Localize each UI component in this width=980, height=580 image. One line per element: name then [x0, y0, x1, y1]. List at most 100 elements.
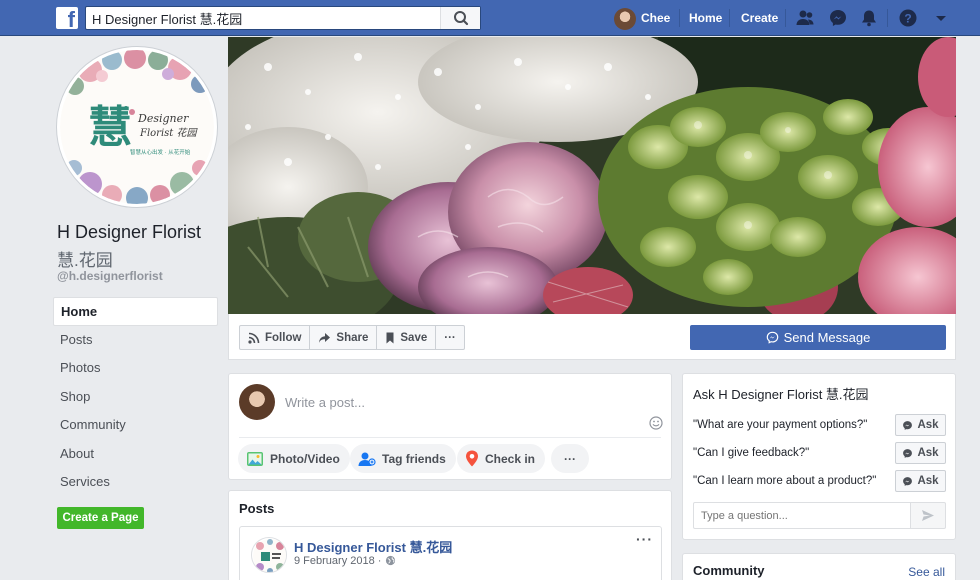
ask-page-card: Ask H Designer Florist 慧.花园 "What are yo…: [682, 373, 956, 540]
community-card: Community See all: [682, 553, 956, 580]
search-icon: [454, 11, 469, 26]
send-message-label: Send Message: [783, 330, 871, 345]
ask-heading: Ask H Designer Florist 慧.花园: [693, 387, 869, 402]
post-composer: Write a post... Photo/Video Tag friends …: [228, 373, 672, 480]
composer-divider: [239, 437, 661, 438]
sidebar-item-label: Shop: [60, 388, 91, 404]
nav-divider: [887, 9, 888, 27]
save-button[interactable]: Save: [377, 326, 437, 349]
post-options-button[interactable]: ···: [636, 531, 653, 547]
send-message-button[interactable]: Send Message: [690, 325, 946, 350]
search-box: [85, 6, 481, 30]
cover-flowers-image: [228, 37, 956, 314]
svg-text:?: ?: [904, 12, 911, 26]
tag-friends-icon: [358, 452, 376, 466]
logo-text-designer: Designer: [137, 112, 189, 125]
more-actions-button[interactable]: ···: [436, 326, 464, 349]
post-author-avatar[interactable]: [251, 537, 287, 573]
top-navigation-bar: f Chee Home Create ?: [0, 0, 980, 36]
page-username[interactable]: @h.designerflorist: [57, 269, 163, 283]
ask-button[interactable]: Ask: [895, 414, 946, 436]
sidebar-item-label: Community: [60, 417, 126, 432]
suggested-question: "Can I learn more about a product?": [693, 475, 877, 487]
write-post-input[interactable]: Write a post...: [285, 395, 365, 410]
logo-tagline: 智慧从心出发 · 从花开始: [130, 148, 191, 156]
share-label: Share: [336, 331, 369, 344]
photo-video-button[interactable]: Photo/Video: [238, 444, 350, 473]
sidebar-item-about[interactable]: About: [53, 440, 218, 469]
nav-divider: [729, 9, 730, 27]
ask-button[interactable]: Ask: [895, 442, 946, 464]
post-timestamp[interactable]: 9 February 2018 ·: [294, 555, 396, 567]
post-author-name[interactable]: H Designer Florist 慧.花园: [294, 537, 452, 556]
save-label: Save: [400, 331, 428, 344]
search-input[interactable]: [86, 7, 436, 29]
messenger-icon: [903, 476, 913, 486]
sidebar-item-photos[interactable]: Photos: [53, 354, 218, 383]
sidebar-item-label: Photos: [60, 360, 101, 375]
sidebar-item-label: About: [60, 445, 94, 461]
sidebar-item-label: Posts: [60, 331, 93, 347]
facebook-logo-icon[interactable]: f: [56, 7, 78, 31]
check-in-label: Check in: [485, 451, 536, 466]
community-heading: Community: [693, 563, 765, 578]
create-page-button[interactable]: Create a Page: [57, 507, 144, 529]
nav-divider: [785, 9, 786, 27]
see-all-link[interactable]: See all: [908, 565, 945, 579]
sidebar-item-services[interactable]: Services: [53, 468, 218, 497]
create-link[interactable]: Create: [741, 11, 778, 25]
ask-question-row: "Can I give feedback?" Ask: [693, 442, 946, 464]
page-name-chinese[interactable]: 慧.花园: [57, 246, 113, 271]
sidebar-item-label: Home: [61, 304, 98, 319]
messenger-icon: [903, 420, 913, 430]
messenger-icon[interactable]: [828, 8, 848, 28]
share-arrow-icon: [319, 332, 331, 343]
sidebar-item-posts[interactable]: Posts: [53, 326, 218, 355]
profile-link[interactable]: Chee: [641, 11, 670, 25]
sidebar-item-community[interactable]: Community: [53, 411, 218, 440]
ask-button-label: Ask: [917, 447, 939, 459]
rss-follow-icon: [248, 332, 260, 344]
send-question-button[interactable]: [911, 502, 946, 529]
check-in-button[interactable]: Check in: [457, 444, 546, 473]
follow-button[interactable]: Follow: [240, 326, 311, 349]
chevron-down-icon[interactable]: [931, 8, 951, 28]
nav-divider: [679, 9, 680, 27]
page-actions-group: Follow Share Save ···: [239, 325, 465, 350]
logo-text-florist: Florist 花园: [139, 127, 198, 139]
composer-more-icon: ···: [564, 451, 576, 466]
notifications-icon[interactable]: [859, 8, 879, 28]
type-question-input[interactable]: [693, 502, 911, 529]
share-button[interactable]: Share: [310, 326, 378, 349]
florist-logo-small: [253, 539, 286, 572]
help-icon[interactable]: ?: [898, 8, 918, 28]
ask-button-label: Ask: [917, 475, 939, 487]
sidebar-item-shop[interactable]: Shop: [53, 383, 218, 412]
messenger-icon: [766, 331, 778, 344]
suggested-question: "Can I give feedback?": [693, 447, 810, 459]
sidebar-item-home[interactable]: Home: [53, 297, 218, 326]
page-name[interactable]: H Designer Florist: [57, 222, 201, 243]
cover-photo[interactable]: [228, 37, 956, 314]
composer-more-button[interactable]: ···: [551, 444, 589, 473]
bookmark-icon: [386, 332, 394, 343]
follow-label: Follow: [265, 331, 302, 344]
post-date-text: 9 February 2018 ·: [294, 555, 382, 567]
florist-logo: 慧 Designer Florist 花园 智慧从心出发 · 从花开始: [60, 50, 214, 204]
globe-icon: [385, 555, 395, 566]
user-avatar[interactable]: [614, 8, 636, 30]
tag-friends-button[interactable]: Tag friends: [350, 444, 456, 473]
page-action-bar: Follow Share Save ··· Send Message: [228, 314, 956, 360]
emoji-icon[interactable]: [649, 416, 663, 430]
location-pin-icon: [466, 450, 478, 467]
search-button[interactable]: [440, 7, 480, 29]
sidebar-item-label: Services: [60, 474, 110, 489]
friend-requests-icon[interactable]: [795, 8, 815, 28]
page-profile-picture[interactable]: 慧 Designer Florist 花园 智慧从心出发 · 从花开始: [57, 47, 217, 207]
tag-friends-label: Tag friends: [382, 451, 446, 466]
user-avatar[interactable]: [239, 384, 275, 420]
home-link[interactable]: Home: [689, 11, 722, 25]
ask-button[interactable]: Ask: [895, 470, 946, 492]
page-sidebar-nav: Home Posts Photos Shop Community About S…: [53, 297, 218, 497]
ask-question-row: "Can I learn more about a product?" Ask: [693, 470, 946, 492]
